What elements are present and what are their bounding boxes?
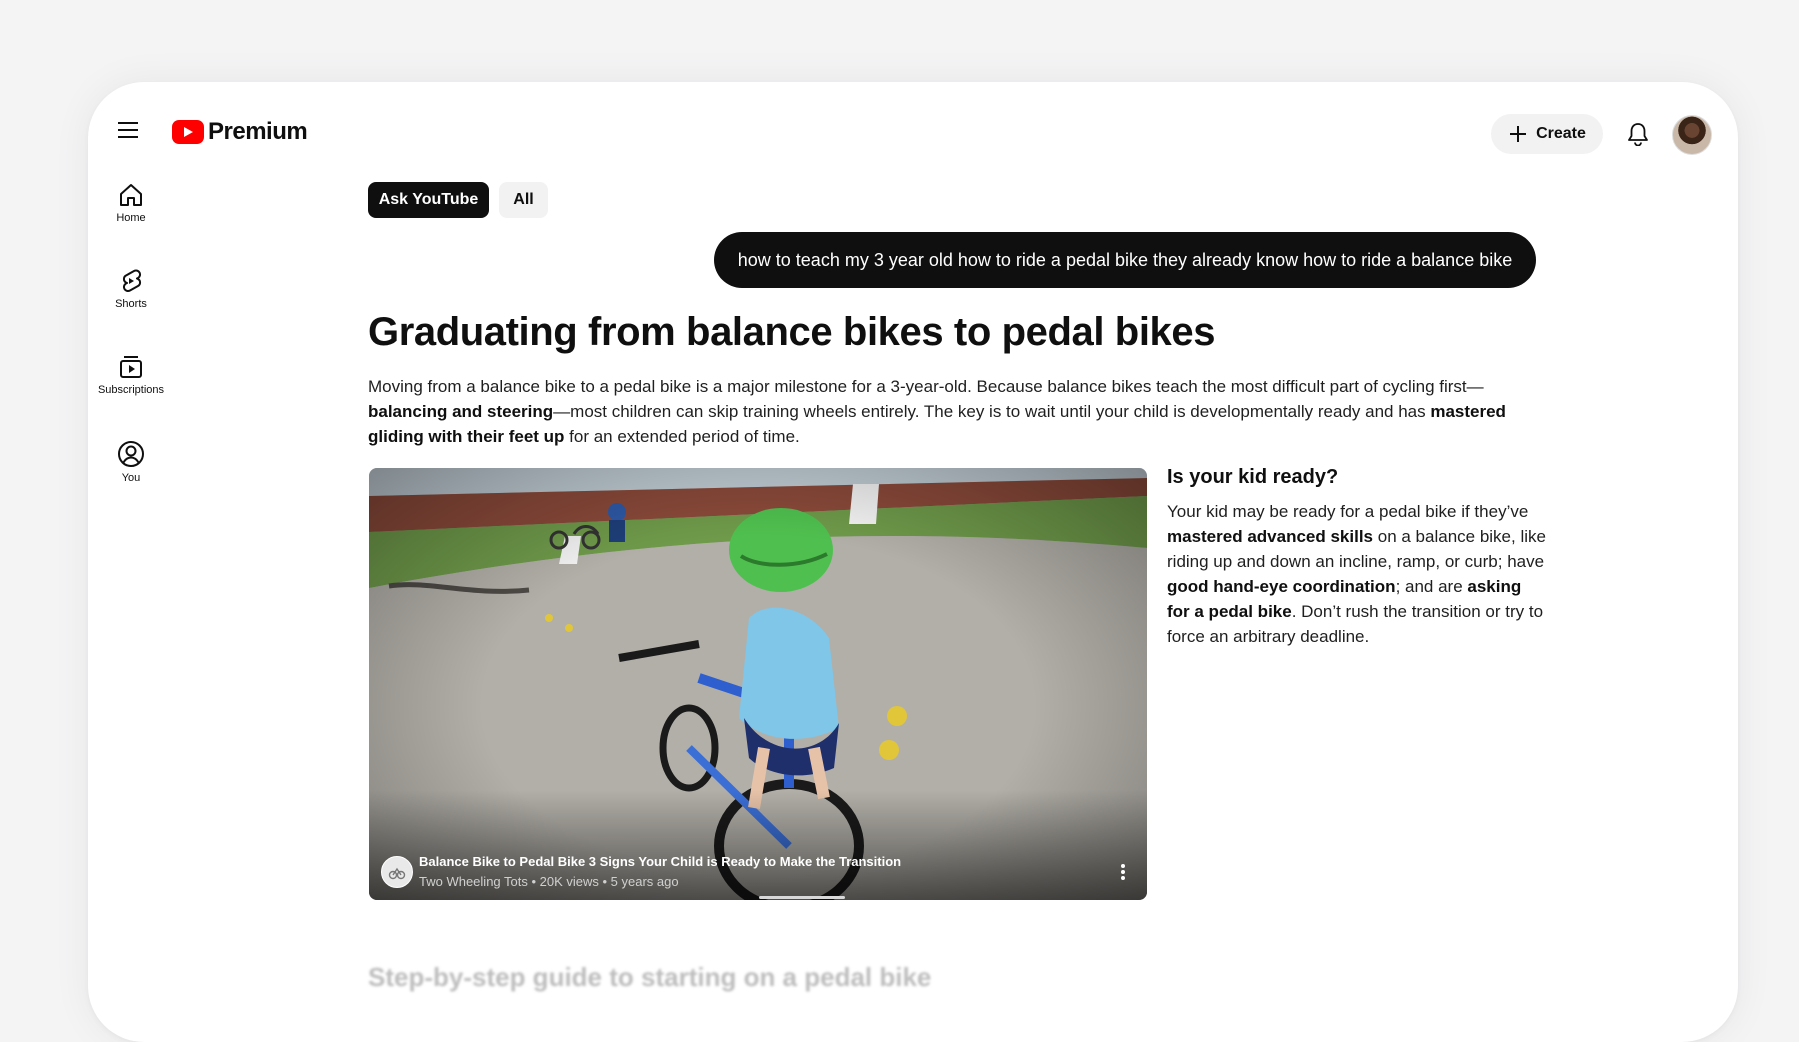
video-scrub-indicator [759, 896, 845, 899]
youtube-premium-logo[interactable]: Premium [172, 118, 308, 146]
readiness-span: ; and are [1395, 577, 1468, 596]
channel-avatar-icon[interactable] [381, 856, 413, 888]
readiness-span: Your kid may be ready for a pedal bike i… [1167, 502, 1529, 521]
sidebar-item-you[interactable]: You [90, 440, 172, 510]
account-avatar[interactable] [1672, 115, 1712, 155]
readiness-text: Your kid may be ready for a pedal bike i… [1167, 499, 1547, 649]
next-section-heading: Step-by-step guide to starting on a peda… [368, 962, 932, 992]
home-icon [120, 184, 142, 206]
answer-intro: Moving from a balance bike to a pedal bi… [368, 374, 1548, 449]
create-label: Create [1536, 125, 1586, 142]
youtube-play-icon [172, 120, 204, 144]
sidebar-item-label: Shorts [115, 298, 147, 310]
sidebar-item-label: You [121, 472, 141, 484]
readiness-emphasis: good hand-eye coordination [1167, 577, 1396, 596]
video-card[interactable]: Balance Bike to Pedal Bike 3 Signs Your … [369, 468, 1147, 900]
shorts-icon [122, 269, 142, 292]
intro-text: —most children can skip training wheels … [553, 402, 1431, 421]
you-icon [118, 441, 144, 467]
notifications-bell-icon[interactable] [1616, 112, 1660, 156]
user-query-bubble: how to teach my 3 year old how to ride a… [714, 232, 1536, 288]
app-window: Premium Create Home Shorts Subscriptions… [88, 82, 1738, 1042]
intro-text: for an extended period of time. [564, 427, 800, 446]
intro-emphasis: balancing and steering [368, 402, 554, 421]
video-title[interactable]: Balance Bike to Pedal Bike 3 Signs Your … [419, 854, 901, 869]
chip-all[interactable]: All [499, 182, 548, 218]
readiness-heading: Is your kid ready? [1167, 466, 1339, 488]
intro-text: Moving from a balance bike to a pedal bi… [368, 377, 1484, 396]
menu-icon[interactable] [106, 108, 150, 152]
answer-title: Graduating from balance bikes to pedal b… [368, 310, 1216, 354]
sidebar-item-subscriptions[interactable]: Subscriptions [90, 354, 172, 424]
video-meta: Two Wheeling Tots • 20K views • 5 years … [419, 874, 679, 889]
brand-label: Premium [208, 118, 308, 145]
readiness-panel: Is your kid ready? Your kid may be ready… [1167, 466, 1547, 649]
chip-ask-youtube[interactable]: Ask YouTube [368, 182, 489, 218]
create-button[interactable]: Create [1491, 114, 1603, 154]
sidebar-item-label: Subscriptions [97, 384, 165, 396]
sidebar-item-label: Home [116, 212, 146, 224]
sidebar-item-shorts[interactable]: Shorts [90, 268, 172, 338]
readiness-emphasis: mastered advanced skills [1167, 527, 1374, 546]
plus-icon [1510, 126, 1527, 142]
sidebar-item-home[interactable]: Home [90, 182, 172, 252]
subscriptions-icon [120, 356, 142, 378]
more-options-icon[interactable] [1113, 860, 1133, 884]
